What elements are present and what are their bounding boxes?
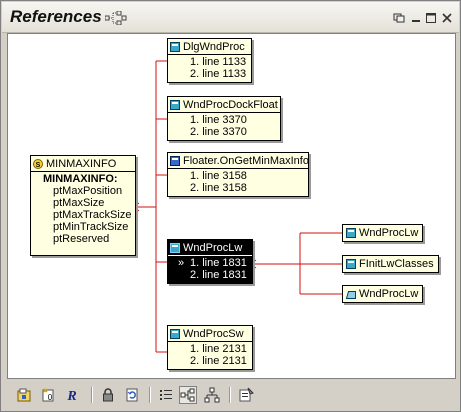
window-title: References	[10, 7, 102, 26]
reference-line[interactable]: 1. line 3158	[190, 170, 304, 182]
svg-text:R: R	[66, 389, 76, 403]
function-title: WndProcDockFloat	[183, 99, 278, 111]
references-graph-icon	[104, 10, 127, 28]
function-title: Floater.OnGetMinMaxInfo	[183, 155, 309, 167]
refresh-icon[interactable]	[123, 386, 141, 404]
reference-graph-canvas: S MINMAXINFO MINMAXINFO: ptMaxPosition p…	[7, 33, 456, 379]
function-node-wndprocdockfloat[interactable]: WndProcDockFloat 1. line 3370 2. line 33…	[167, 96, 281, 141]
reference-line-current[interactable]: » 1. line 1831	[178, 257, 248, 269]
function-icon	[170, 243, 180, 253]
properties-icon[interactable]	[237, 386, 255, 404]
toolbar-separator	[229, 387, 231, 403]
function-icon	[346, 228, 356, 238]
current-marker: »	[178, 257, 185, 269]
float-window-icon[interactable]	[393, 12, 405, 24]
struct-field: ptMaxPosition	[53, 185, 123, 197]
toolbar-separator	[149, 387, 151, 403]
tree-view-icon[interactable]	[203, 386, 221, 404]
title-bar: References	[2, 2, 459, 33]
function-node-wndprocsw[interactable]: WndProcSw 1. line 2131 2. line 2131	[167, 325, 253, 370]
reference-line[interactable]: 2. line 1133	[190, 68, 247, 80]
caller-title: WndProcLw	[359, 227, 419, 239]
lock-icon[interactable]	[99, 386, 117, 404]
function-node-dlgwndproc[interactable]: DlgWndProc 1. line 1133 2. line 1133	[167, 38, 252, 83]
function-node-wndproclw-selected[interactable]: WndProcLw » 1. line 1831 2. line 1831	[167, 239, 253, 284]
function-icon	[170, 100, 180, 110]
references-r-icon[interactable]: R	[63, 386, 81, 404]
caller-title: WndProcLw	[359, 288, 419, 300]
reference-line[interactable]: 2. line 2131	[190, 355, 248, 367]
function-icon	[170, 156, 180, 166]
struct-type-label: MINMAXINFO:	[43, 173, 118, 185]
function-icon	[170, 42, 180, 52]
function-title: WndProcLw	[183, 242, 243, 254]
function-node-floater-ongetminmaxinfo[interactable]: Floater.OnGetMinMaxInfo 1. line 3158 2. …	[167, 152, 309, 197]
bottom-toolbar: 0 R	[7, 382, 454, 408]
struct-field: ptReserved	[53, 233, 110, 245]
toolbar-separator	[91, 387, 93, 403]
caller-node-finitlwclasses[interactable]: FInitLwClasses	[342, 255, 439, 273]
new-item-icon[interactable]: 0	[39, 386, 57, 404]
minimize-icon[interactable]	[410, 12, 422, 24]
struct-title: MINMAXINFO	[46, 158, 117, 170]
reference-line[interactable]: 1. line 3370	[190, 114, 276, 126]
struct-field: ptMaxSize	[53, 197, 105, 209]
reference-line[interactable]: 2. line 1831	[190, 269, 248, 281]
function-title: WndProcSw	[183, 328, 244, 340]
open-file-icon[interactable]	[15, 386, 33, 404]
struct-field: ptMinTrackSize	[53, 221, 129, 233]
reference-line[interactable]: 2. line 3158	[190, 182, 304, 194]
reference-line[interactable]: 1. line 2131	[190, 343, 248, 355]
struct-node-minmaxinfo[interactable]: S MINMAXINFO MINMAXINFO: ptMaxPosition p…	[30, 155, 136, 256]
svg-text:0: 0	[48, 393, 53, 402]
reference-line[interactable]: 1. line 1133	[190, 56, 247, 68]
list-view-icon[interactable]	[157, 386, 175, 404]
function-icon	[170, 329, 180, 339]
struct-field: ptMaxTrackSize	[53, 209, 132, 221]
close-icon[interactable]	[441, 12, 453, 24]
caller-node-wndproclw[interactable]: WndProcLw	[342, 224, 424, 242]
maximize-icon[interactable]	[425, 12, 437, 24]
svg-text:S: S	[36, 162, 41, 169]
function-icon	[346, 259, 356, 269]
reference-line[interactable]: 2. line 3370	[190, 126, 276, 138]
references-window: References S MINMAXINFO MINMAXINFO: ptMa…	[0, 0, 461, 412]
caller-title: FInitLwClasses	[359, 258, 434, 270]
window-class-icon	[345, 289, 356, 299]
struct-icon: S	[33, 159, 43, 169]
caller-node-wndproclw-2[interactable]: WndProcLw	[342, 285, 424, 303]
function-title: DlgWndProc	[183, 41, 245, 53]
graph-view-icon[interactable]	[179, 386, 197, 404]
